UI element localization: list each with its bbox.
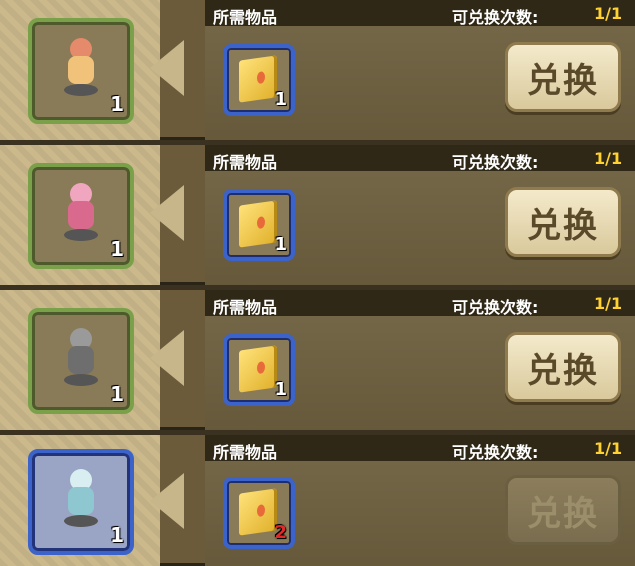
teal-hair-girl-figure-icon xyxy=(64,469,98,529)
exchange-button-disabled[interactable]: 兑换 xyxy=(505,475,621,545)
exchange-button[interactable]: 兑换 xyxy=(505,42,621,112)
reward-slot[interactable]: 1 xyxy=(28,449,134,555)
reward-count: 1 xyxy=(110,382,124,406)
required-item-slot[interactable]: 1 xyxy=(223,334,295,406)
required-item-count: 1 xyxy=(274,89,287,110)
exchange-row: 所需物品 可兑换次数: 1/1 1 1 兑换 xyxy=(0,290,635,430)
golden-book-icon xyxy=(239,488,277,536)
exchange-row: 所需物品 可兑换次数: 1/1 1 1 兑换 xyxy=(0,145,635,285)
armored-knight-figure-icon xyxy=(64,328,98,388)
required-item-slot[interactable]: 1 xyxy=(223,44,295,116)
required-items-label: 所需物品 xyxy=(213,443,278,462)
exchange-row: 所需物品 可兑换次数: 1/1 1 1 兑换 xyxy=(0,0,635,140)
exchange-row: 所需物品 可兑换次数: 1/1 1 2 兑换 xyxy=(0,435,635,566)
required-item-slot[interactable]: 2 xyxy=(223,477,295,549)
arrow-icon xyxy=(150,185,184,241)
required-items-label: 所需物品 xyxy=(213,298,278,317)
arrow-icon xyxy=(150,40,184,96)
arrow-icon xyxy=(150,473,184,529)
golden-book-icon xyxy=(239,200,277,248)
exchange-button[interactable]: 兑换 xyxy=(505,187,621,257)
reward-slot[interactable]: 1 xyxy=(28,18,134,124)
reward-count: 1 xyxy=(110,523,124,547)
reward-count: 1 xyxy=(110,92,124,116)
pink-bunny-girl-figure-icon xyxy=(64,183,98,243)
exchange-count-value: 1/1 xyxy=(594,4,623,23)
exchange-count-label: 可兑换次数: xyxy=(452,298,539,317)
golden-book-icon xyxy=(239,55,277,103)
required-items-label: 所需物品 xyxy=(213,153,278,172)
exchange-count-value: 1/1 xyxy=(594,439,623,458)
required-item-count: 1 xyxy=(274,379,287,400)
exchange-count-label: 可兑换次数: xyxy=(452,8,539,27)
required-item-count: 2 xyxy=(274,522,287,543)
required-item-slot[interactable]: 1 xyxy=(223,189,295,261)
reward-slot[interactable]: 1 xyxy=(28,163,134,269)
exchange-count-label: 可兑换次数: xyxy=(452,443,539,462)
required-item-count: 1 xyxy=(274,234,287,255)
arrow-icon xyxy=(150,330,184,386)
golden-book-icon xyxy=(239,345,277,393)
reward-count: 1 xyxy=(110,237,124,261)
exchange-count-label: 可兑换次数: xyxy=(452,153,539,172)
exchange-count-value: 1/1 xyxy=(594,149,623,168)
exchange-count-value: 1/1 xyxy=(594,294,623,313)
reward-slot[interactable]: 1 xyxy=(28,308,134,414)
required-items-label: 所需物品 xyxy=(213,8,278,27)
pink-cat-girl-figure-icon xyxy=(64,38,98,98)
exchange-button[interactable]: 兑换 xyxy=(505,332,621,402)
